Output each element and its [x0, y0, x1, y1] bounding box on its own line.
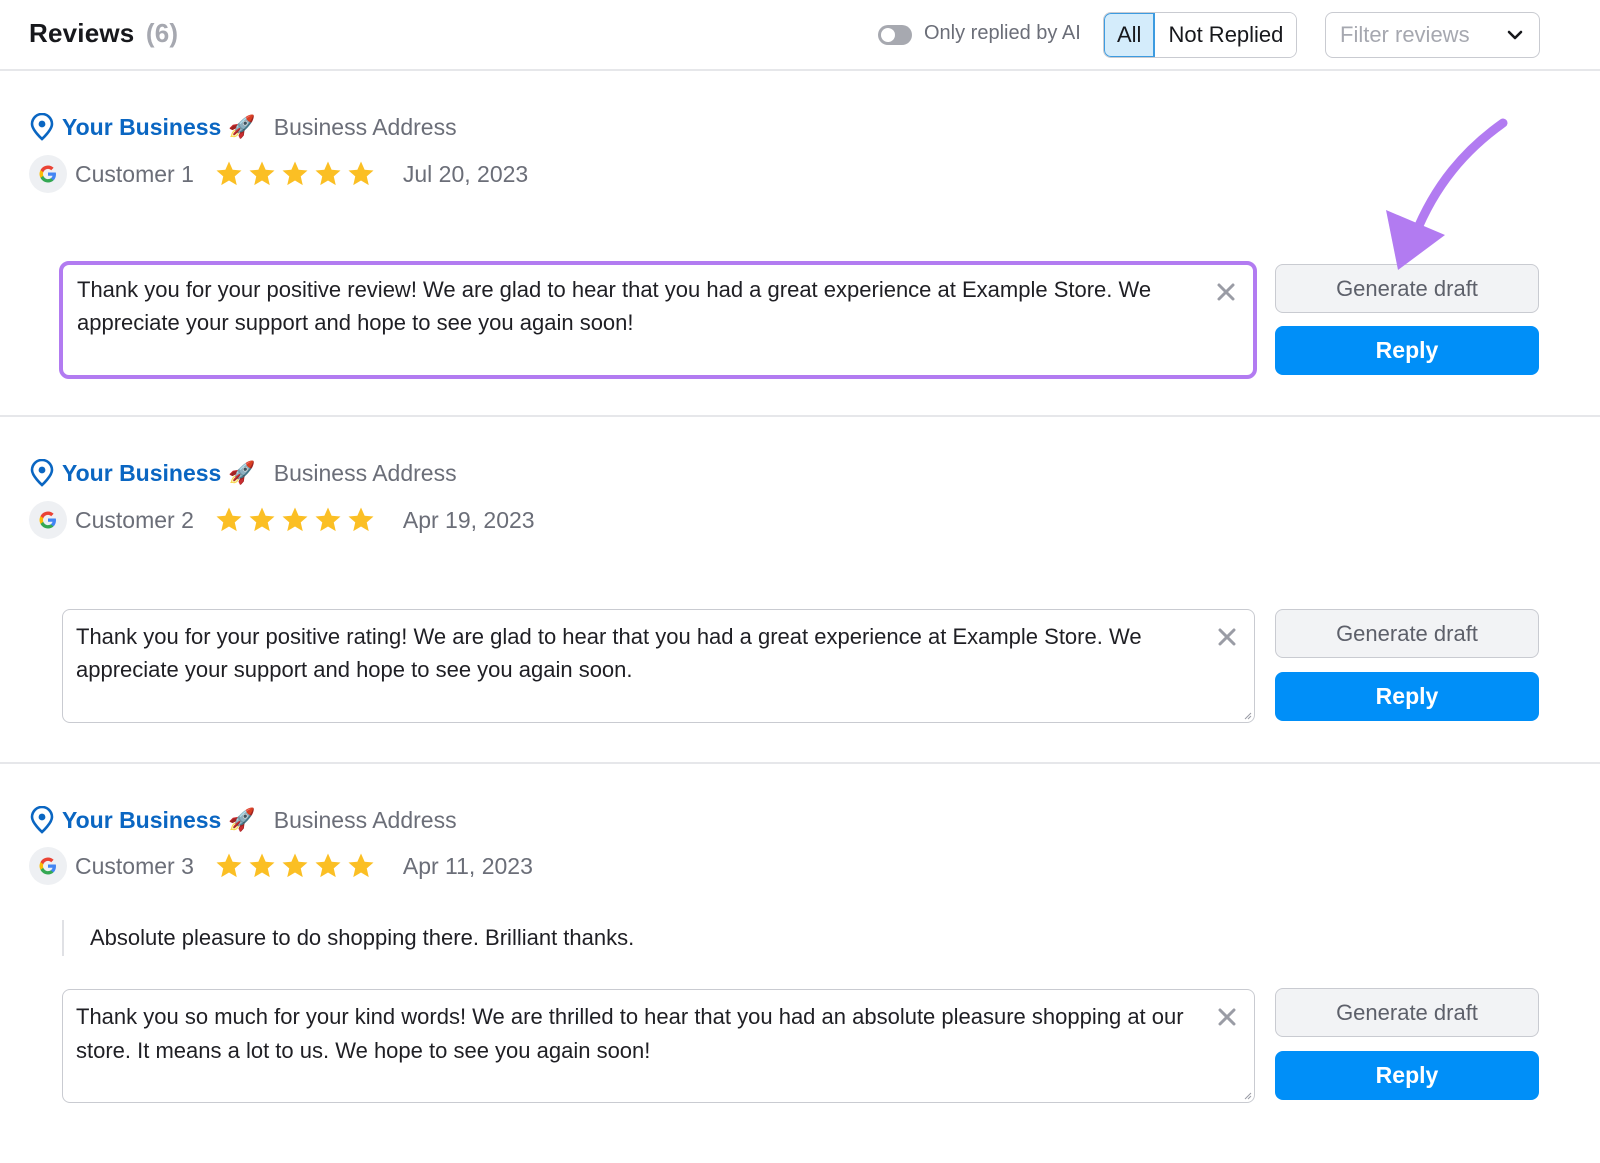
segment-all[interactable]: All [1104, 13, 1156, 57]
review-count: (6) [145, 18, 179, 48]
star-icon [315, 161, 341, 186]
reply-textarea[interactable]: Thank you so much for your kind words! W… [62, 989, 1255, 1103]
star-icon [282, 853, 308, 878]
star-icon [216, 507, 242, 532]
close-icon[interactable] [1216, 626, 1238, 648]
google-icon [29, 847, 67, 885]
review-date: Jul 20, 2023 [402, 160, 529, 187]
review-card: Your Business 🚀 Business Address Custome… [0, 417, 1600, 764]
reply-button[interactable]: Reply [1275, 326, 1539, 375]
reply-draft-text[interactable]: Thank you for your positive review! We a… [77, 273, 1187, 339]
star-icon [249, 161, 275, 186]
reply-textarea[interactable]: Thank you for your positive rating! We a… [62, 609, 1255, 723]
review-date: Apr 11, 2023 [402, 852, 533, 879]
review-date: Apr 19, 2023 [402, 506, 535, 533]
customer-name: Customer 2 [75, 506, 194, 533]
only-replied-by-ai-toggle[interactable] [878, 25, 912, 45]
star-icon [249, 507, 275, 532]
business-name-link[interactable]: Your Business [62, 460, 221, 487]
star-icon [249, 853, 275, 878]
reply-draft-text[interactable]: Thank you so much for your kind words! W… [76, 1000, 1186, 1068]
filter-placeholder: Filter reviews [1340, 22, 1470, 47]
reviews-header: Reviews (6) Only replied by AI All Not R… [0, 0, 1600, 71]
business-name-link[interactable]: Your Business [62, 114, 221, 141]
generate-draft-button[interactable]: Generate draft [1275, 609, 1539, 658]
location-pin-icon [30, 113, 54, 141]
rocket-icon: 🚀 [228, 807, 256, 832]
resize-handle-icon[interactable] [1242, 1090, 1252, 1100]
star-icon [282, 507, 308, 532]
reply-draft-text[interactable]: Thank you for your positive rating! We a… [76, 620, 1186, 686]
star-rating [214, 505, 379, 535]
close-icon[interactable] [1216, 1006, 1238, 1028]
customer-row: Customer 2 Apr 19, 2023 [29, 500, 535, 540]
business-address: Business Address [273, 806, 457, 833]
segment-not-replied[interactable]: Not Replied [1155, 13, 1297, 57]
star-rating [214, 159, 379, 189]
customer-row: Customer 3 Apr 11, 2023 [29, 846, 533, 886]
star-icon [348, 853, 374, 878]
star-icon [348, 507, 374, 532]
toggle-label: Only replied by AI [924, 22, 1081, 44]
star-icon [348, 161, 374, 186]
close-icon[interactable] [1215, 281, 1237, 303]
star-icon [315, 507, 341, 532]
location-pin-icon [30, 459, 54, 487]
business-name-link[interactable]: Your Business [62, 807, 221, 834]
star-icon [216, 853, 242, 878]
rocket-icon: 🚀 [228, 460, 256, 485]
business-address: Business Address [273, 113, 457, 140]
reply-status-segmented-control: All Not Replied [1103, 12, 1298, 58]
customer-name: Customer 3 [75, 852, 194, 879]
business-row: Your Business 🚀 Business Address [29, 805, 457, 835]
business-row: Your Business 🚀 Business Address [29, 458, 457, 488]
resize-handle-icon[interactable] [1242, 710, 1252, 720]
page-title: Reviews (6) [29, 18, 178, 49]
review-card: Your Business 🚀 Business Address Custome… [0, 764, 1600, 1163]
reply-button[interactable]: Reply [1275, 672, 1539, 721]
customer-row: Customer 1 Jul 20, 2023 [29, 154, 528, 194]
filter-reviews-dropdown[interactable]: Filter reviews [1325, 12, 1540, 58]
chevron-down-icon [1507, 30, 1523, 40]
generate-draft-button[interactable]: Generate draft [1275, 988, 1539, 1037]
rocket-icon: 🚀 [228, 114, 256, 139]
reply-textarea[interactable]: Thank you for your positive review! We a… [59, 261, 1257, 379]
customer-name: Customer 1 [75, 160, 194, 187]
generate-draft-button[interactable]: Generate draft [1275, 264, 1539, 313]
location-pin-icon [30, 806, 54, 834]
toggle-knob [881, 28, 895, 42]
google-icon [29, 155, 67, 193]
star-icon [216, 161, 242, 186]
google-icon [29, 501, 67, 539]
reply-button[interactable]: Reply [1275, 1051, 1539, 1100]
star-icon [282, 161, 308, 186]
customer-review-text: Absolute pleasure to do shopping there. … [62, 920, 634, 956]
star-icon [315, 853, 341, 878]
business-row: Your Business 🚀 Business Address [29, 112, 457, 142]
business-address: Business Address [273, 459, 457, 486]
title-text: Reviews [29, 18, 135, 48]
star-rating [214, 851, 379, 881]
review-card: Your Business 🚀 Business Address Custome… [0, 71, 1600, 417]
